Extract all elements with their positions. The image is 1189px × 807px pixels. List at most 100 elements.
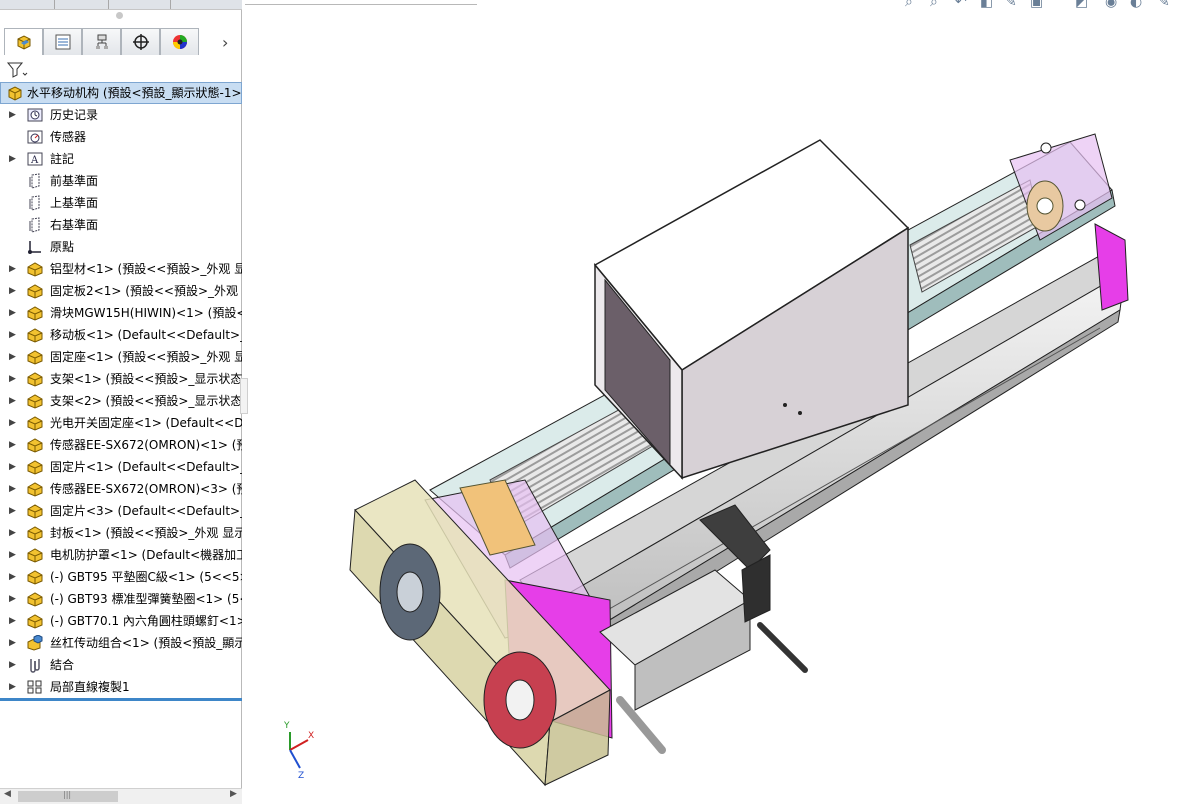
tree-item[interactable]: 传感器 [0,126,242,148]
configuration-manager-tab[interactable] [82,28,121,55]
tree-item-label: 固定座<1> (預設<<預設>_外观 显示 [50,350,242,364]
tree-item-label: 电机防护罩<1> (Default<機器加工 [50,548,242,562]
expand-arrow-icon[interactable]: ▶ [9,676,16,698]
expand-arrow-icon[interactable]: ▶ [9,610,16,632]
scroll-left-icon[interactable]: ◀ [4,789,11,799]
section-view-icon[interactable]: ◧ [980,0,993,10]
part-icon [26,415,44,431]
tree-item[interactable]: ▶ 固定片<1> (Default<<Default>_外 [0,456,242,478]
zoom-to-fit-icon[interactable]: ⌕ [905,0,913,10]
expand-arrow-icon[interactable]: ▶ [9,434,16,456]
graphics-area[interactable]: Y X Z [250,10,1189,804]
tree-item[interactable]: ▶ 支架<1> (預設<<預設>_显示状态 [0,368,242,390]
tree-item[interactable]: ▶ 光电开关固定座<1> (Default<<Def [0,412,242,434]
tree-item[interactable]: ▶ 滑块MGW15H(HIWIN)<1> (預設<< [0,302,242,324]
expand-arrow-icon[interactable]: ▶ [9,104,16,126]
tree-item[interactable]: 上基準面 [0,192,242,214]
plane-icon [26,173,44,189]
tree-item[interactable]: 原點 [0,236,242,258]
part-icon [26,459,44,475]
tree-item-label: 滑块MGW15H(HIWIN)<1> (預設<< [50,306,242,320]
expand-arrow-icon[interactable]: ▶ [9,456,16,478]
mates-icon [26,657,44,673]
appearance-icon[interactable]: ◐ [1130,0,1142,10]
tree-item-label: (-) GBT93 標准型彈簧墊圈<1> (5< [50,592,242,606]
tree-item[interactable]: ▶ 固定板2<1> (預設<<預設>_外观 显示 [0,280,242,302]
tree-item-label: 历史记录 [50,108,99,122]
expand-arrow-icon[interactable]: ▶ [9,280,16,302]
expand-arrow-icon[interactable]: ▶ [9,544,16,566]
tree-rollback-bar[interactable] [0,698,242,701]
expand-arrow-icon[interactable]: ▶ [9,390,16,412]
expand-arrow-icon[interactable]: ▶ [9,522,16,544]
hide-show-icon[interactable]: ◉ [1105,0,1117,10]
expand-arrow-icon[interactable]: ▶ [9,368,16,390]
tree-item[interactable]: ▶ 历史记录 [0,104,242,126]
plane-icon [26,195,44,211]
zoom-to-area-icon[interactable]: ⌕ [930,0,938,10]
expand-arrow-icon[interactable]: ▶ [9,324,16,346]
display-style-icon[interactable]: ◩ [1075,0,1088,10]
expand-arrow-icon[interactable]: ▶ [9,302,16,324]
dimxpert-tab[interactable] [121,28,160,55]
feature-tree: 水平移动机构 (預設<預設_顯示狀態-1> ▶ 历史记录 传感器 ▶ A 註記 前基準面 上基… [0,82,242,698]
expand-arrow-icon[interactable]: ▶ [9,258,16,280]
top-tab-strip [0,0,242,10]
tree-item-label: 註記 [50,152,75,166]
property-manager-tab[interactable] [43,28,82,55]
panel-splitter[interactable] [240,378,248,414]
expand-arrow-icon[interactable]: ▶ [9,566,16,588]
tree-item-label: 上基準面 [50,196,99,210]
tree-item[interactable]: ▶ 传感器EE-SX672(OMRON)<3> (預 [0,478,242,500]
tree-item[interactable]: 右基準面 [0,214,242,236]
tree-item[interactable]: ▶ A 註記 [0,148,242,170]
cad-model[interactable]: Y X Z [250,10,1189,804]
horizontal-scrollbar[interactable]: ◀ ||| ▶ [0,788,242,804]
panel-grip[interactable] [116,12,123,19]
part-icon [26,525,44,541]
tree-item[interactable]: ▶ (-) GBT95 平墊圈C級<1> (5<<5>_ [0,566,242,588]
tree-root-assembly[interactable]: 水平移动机构 (預設<預設_顯示狀態-1> [0,82,242,104]
tree-item[interactable]: ▶ (-) GBT70.1 內六角圓柱頭螺釘<1> [0,610,242,632]
tree-item[interactable]: ▶ 結合 [0,654,242,676]
expand-arrow-icon[interactable]: ▶ [9,346,16,368]
tree-item[interactable]: ▶ 封板<1> (預設<<預設>_外观 显示 [0,522,242,544]
tree-item[interactable]: ▶ 丝杠传动组合<1> (預設<預設_顯示 [0,632,242,654]
part-icon [26,547,44,563]
tree-item[interactable]: ▶ 传感器EE-SX672(OMRON)<1> (預 [0,434,242,456]
tree-item[interactable]: ▶ 局部直線複製1 [0,676,242,698]
expand-arrow-icon[interactable]: ▶ [9,148,16,170]
tree-item-label: 封板<1> (預設<<預設>_外观 显示 [50,526,242,540]
expand-arrow-icon[interactable]: ▶ [9,412,16,434]
annotation-icon: A [26,151,44,167]
feature-manager-tab[interactable] [4,28,43,55]
triad-x-label: X [308,731,314,741]
scroll-grip-icon: ||| [63,790,72,799]
tree-item[interactable]: ▶ 铝型材<1> (預設<<預設>_外观 显示 [0,258,242,280]
expand-arrow-icon[interactable]: ▶ [9,632,16,654]
triad-z-label: Z [298,771,304,781]
display-manager-tab[interactable] [160,28,199,55]
expand-arrow-icon[interactable]: ▶ [9,654,16,676]
scene-icon[interactable]: ✎ [1158,0,1170,10]
tree-item[interactable]: ▶ 固定座<1> (預設<<預設>_外观 显示 [0,346,242,368]
previous-view-icon[interactable]: ↶ [955,0,967,10]
triad-y-label: Y [283,721,290,731]
tree-item[interactable]: ▶ 移动板<1> (Default<<Default>_外观 [0,324,242,346]
tree-item[interactable]: ▶ (-) GBT93 標准型彈簧墊圈<1> (5< [0,588,242,610]
tree-item[interactable]: ▶ 支架<2> (預設<<預設>_显示状态 [0,390,242,412]
scroll-right-icon[interactable]: ▶ [230,789,237,799]
dynamic-annotation-icon[interactable]: ✎ [1005,0,1017,10]
part-icon [26,327,44,343]
tree-item[interactable]: ▶ 固定片<3> (Default<<Default>_外 [0,500,242,522]
expand-arrow-icon[interactable]: ▶ [9,478,16,500]
subassembly-icon [26,634,44,651]
filter-icon [6,62,28,78]
view-orientation-icon[interactable]: ▣ [1030,0,1043,10]
tree-item[interactable]: 前基準面 [0,170,242,192]
filter-button[interactable] [6,60,36,80]
expand-arrow-icon[interactable]: ▶ [9,500,16,522]
tree-item[interactable]: ▶ 电机防护罩<1> (Default<機器加工 [0,544,242,566]
tabs-scroll-right-icon[interactable]: › [222,33,228,52]
expand-arrow-icon[interactable]: ▶ [9,588,16,610]
